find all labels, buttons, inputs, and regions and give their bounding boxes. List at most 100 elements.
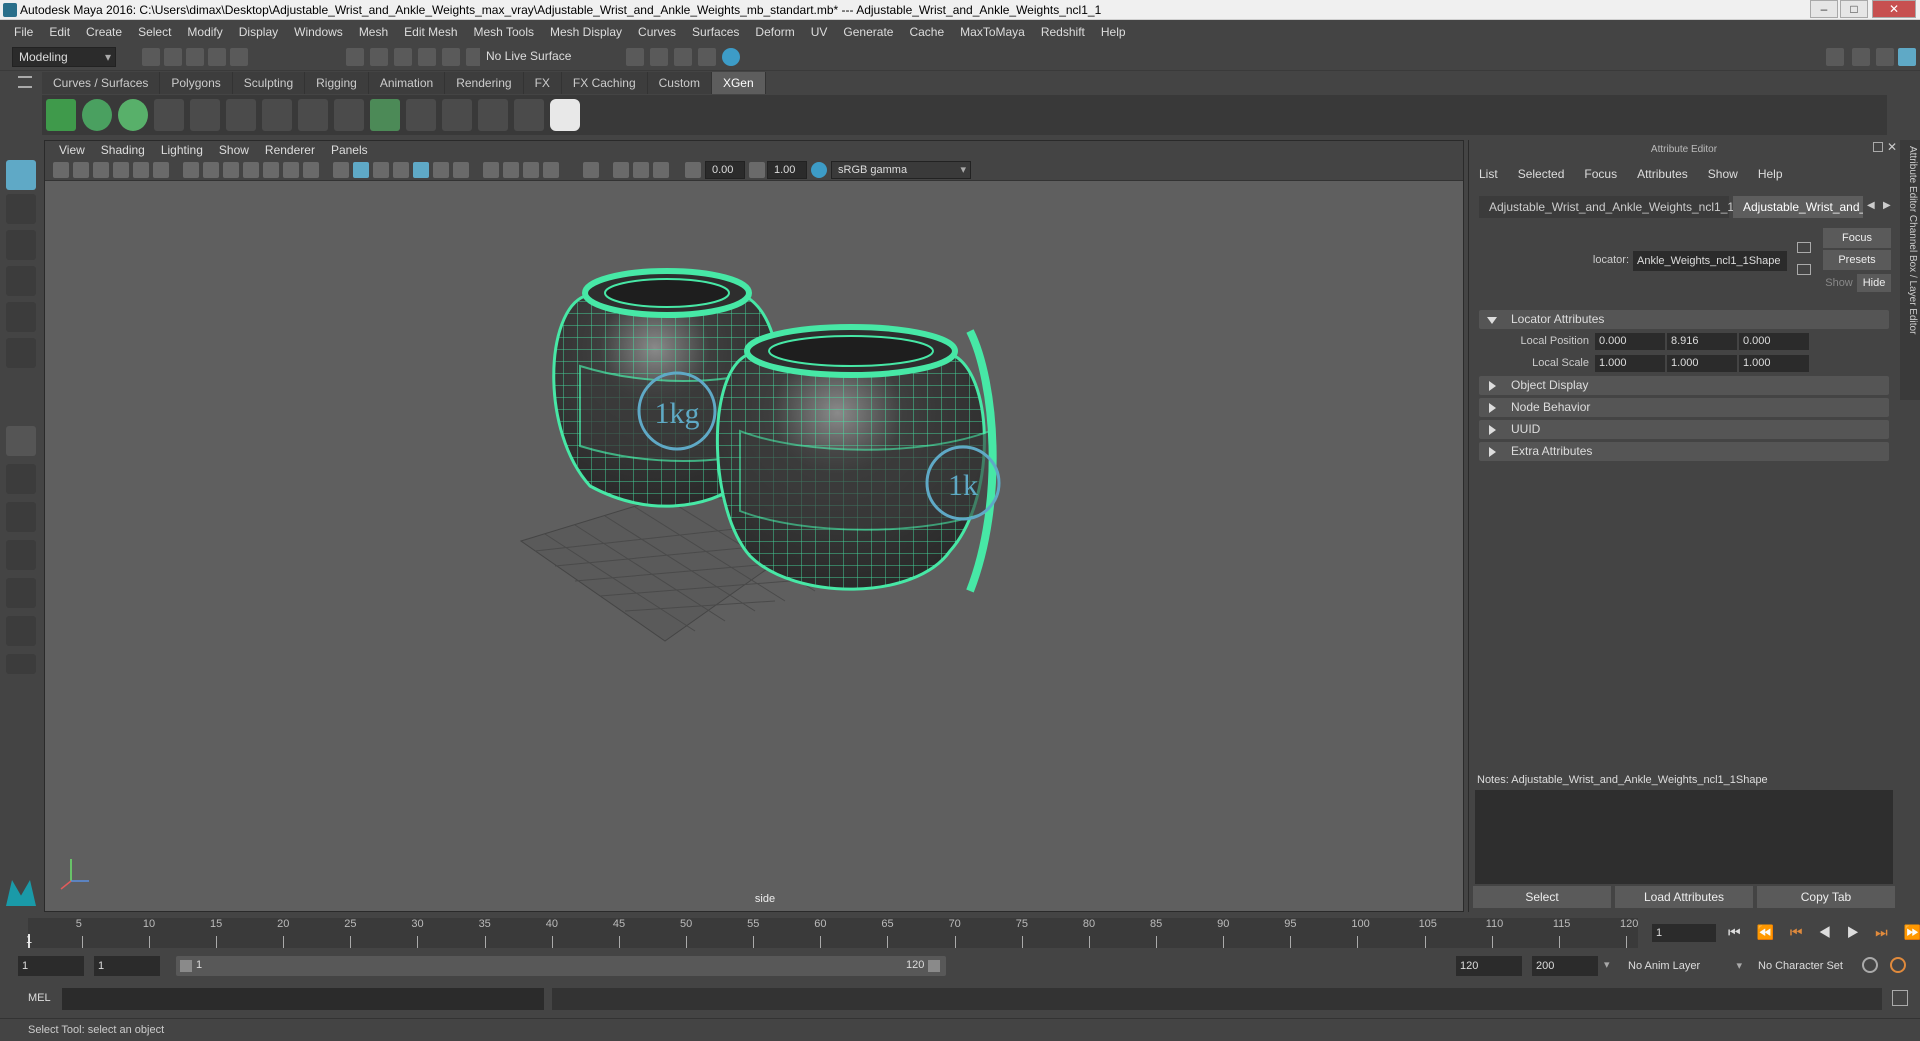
prev-key-icon[interactable]: ⏮ (1790, 924, 1809, 940)
scene-view[interactable]: 1kg 1k (45, 181, 1463, 911)
tab-sculpting[interactable]: Sculpting (232, 72, 306, 94)
smooth-shade-icon[interactable] (353, 162, 369, 178)
menu-select[interactable]: Select (130, 25, 179, 39)
xgen-comb-icon[interactable] (334, 99, 364, 131)
minimize-button[interactable]: – (1810, 0, 1838, 18)
ae-menu-help[interactable]: Help (1748, 164, 1793, 184)
move-tool-icon[interactable] (6, 266, 36, 296)
menu-edit[interactable]: Edit (41, 25, 78, 39)
show-button[interactable]: Show (1823, 274, 1855, 292)
close-button[interactable]: ✕ (1872, 0, 1916, 18)
local-scale-z[interactable]: 1.000 (1739, 355, 1809, 372)
render-view-icon[interactable] (722, 48, 740, 66)
xgen-delete-icon[interactable] (514, 99, 544, 131)
menu-mesh[interactable]: Mesh (351, 25, 396, 39)
locator-name-field[interactable]: Ankle_Weights_ncl1_1Shape (1633, 251, 1787, 271)
film-gate-icon[interactable] (203, 162, 219, 178)
maximize-button[interactable]: □ (1840, 0, 1868, 18)
snap-grid-icon[interactable] (418, 48, 436, 66)
exposure-field[interactable]: 0.00 (705, 161, 745, 179)
two-view-icon[interactable] (6, 502, 36, 532)
xgen-preview-icon[interactable] (82, 99, 112, 131)
menu-surfaces[interactable]: Surfaces (684, 25, 747, 39)
tab-scroll-left-icon[interactable]: ◀ (1867, 200, 1875, 211)
tab-xgen[interactable]: XGen (711, 72, 766, 94)
render-frame-icon[interactable] (626, 48, 644, 66)
rotate-tool-icon[interactable] (6, 302, 36, 332)
tab-fx[interactable]: FX (523, 72, 562, 94)
motion-blur-icon[interactable] (503, 162, 519, 178)
anim-layer-dropdown[interactable]: No Anim Layer ▾ (1622, 956, 1746, 976)
play-forward-icon[interactable]: ▶ (1847, 924, 1866, 940)
lasso-tool-icon[interactable] (6, 194, 36, 224)
four-view-icon[interactable] (6, 464, 36, 494)
scene-end-field[interactable]: 200 (1532, 956, 1598, 976)
xgen-length-icon[interactable] (262, 99, 292, 131)
mode-dropdown[interactable]: Modeling ▾ (12, 47, 116, 67)
bookmark-icon[interactable] (93, 162, 109, 178)
menu-mesh-display[interactable]: Mesh Display (542, 25, 630, 39)
vp-menu-lighting[interactable]: Lighting (153, 143, 211, 157)
side-tabs[interactable]: Attribute Editor Channel Box / Layer Edi… (1900, 140, 1920, 400)
xgen-guides-icon[interactable] (154, 99, 184, 131)
select-output-icon[interactable] (1797, 264, 1811, 275)
select-component-icon[interactable] (394, 48, 412, 66)
modeling-toolkit-icon[interactable] (1852, 48, 1870, 66)
xray-active-icon[interactable] (633, 162, 649, 178)
chevron-down-icon[interactable]: ▾ (1604, 958, 1610, 971)
render-layout-icon[interactable] (6, 616, 36, 646)
safe-action-icon[interactable] (283, 162, 299, 178)
select-input-icon[interactable] (1797, 242, 1811, 253)
color-management-icon[interactable] (811, 162, 827, 178)
scale-tool-icon[interactable] (6, 338, 36, 368)
hide-button[interactable]: Hide (1857, 274, 1891, 292)
current-frame-field[interactable]: 1 (1652, 924, 1716, 942)
tab-curves-surfaces[interactable]: Curves / Surfaces (42, 72, 161, 94)
graph-layout-icon[interactable] (6, 578, 36, 608)
menu-create[interactable]: Create (78, 25, 130, 39)
go-to-start-icon[interactable]: ⏮ (1728, 924, 1747, 940)
hypershade-icon[interactable] (698, 48, 716, 66)
anti-alias-icon[interactable] (523, 162, 539, 178)
ae-menu-attributes[interactable]: Attributes (1627, 164, 1698, 184)
vp-menu-show[interactable]: Show (211, 143, 257, 157)
command-input[interactable] (62, 988, 544, 1010)
paint-select-tool-icon[interactable] (6, 230, 36, 260)
next-key-icon[interactable]: ⏭ (1875, 924, 1894, 940)
select-tool-icon[interactable] (6, 160, 36, 190)
load-attributes-button[interactable]: Load Attributes (1615, 886, 1753, 908)
redo-icon[interactable] (230, 48, 248, 66)
isolate-select-icon[interactable] (583, 162, 599, 178)
workspace-icon[interactable] (1826, 48, 1844, 66)
focus-button[interactable]: Focus (1823, 228, 1891, 248)
xgen-layers-icon[interactable] (370, 99, 400, 131)
menu-file[interactable]: File (6, 25, 41, 39)
exposure-icon[interactable] (685, 162, 701, 178)
viewport-panel[interactable]: View Shading Lighting Show Renderer Pane… (44, 140, 1464, 912)
channel-box-icon[interactable] (1876, 48, 1894, 66)
tab-animation[interactable]: Animation (368, 72, 446, 94)
vp-menu-panels[interactable]: Panels (323, 143, 376, 157)
image-plane-icon[interactable] (113, 162, 129, 178)
section-node-behavior[interactable]: Node Behavior (1479, 398, 1889, 417)
menu-display[interactable]: Display (231, 25, 286, 39)
snap-curve-icon[interactable] (442, 48, 460, 66)
shelf-menu-icon[interactable] (18, 76, 32, 88)
vp-menu-renderer[interactable]: Renderer (257, 143, 323, 157)
menu-help[interactable]: Help (1093, 25, 1134, 39)
ae-tab-transform[interactable]: Adjustable_Wrist_and_Ankle_Weights_ncl1_… (1479, 196, 1734, 218)
ae-menu-selected[interactable]: Selected (1508, 164, 1575, 184)
xgen-editor-icon[interactable] (46, 99, 76, 131)
wireframe-on-shaded-icon[interactable] (393, 162, 409, 178)
attribute-editor-icon[interactable] (1898, 48, 1916, 66)
select-button[interactable]: Select (1473, 886, 1611, 908)
2d-pan-icon[interactable] (133, 162, 149, 178)
script-editor-icon[interactable] (1892, 990, 1908, 1006)
step-forward-icon[interactable]: ⏩ (1904, 924, 1920, 940)
character-set-dropdown[interactable]: No Character Set (1752, 956, 1868, 976)
default-material-icon[interactable] (373, 162, 389, 178)
grid-icon[interactable] (183, 162, 199, 178)
xgen-collection-icon[interactable] (118, 99, 148, 131)
anim-prefs-icon[interactable] (1890, 957, 1906, 973)
close-panel-icon[interactable]: ✕ (1887, 140, 1897, 154)
